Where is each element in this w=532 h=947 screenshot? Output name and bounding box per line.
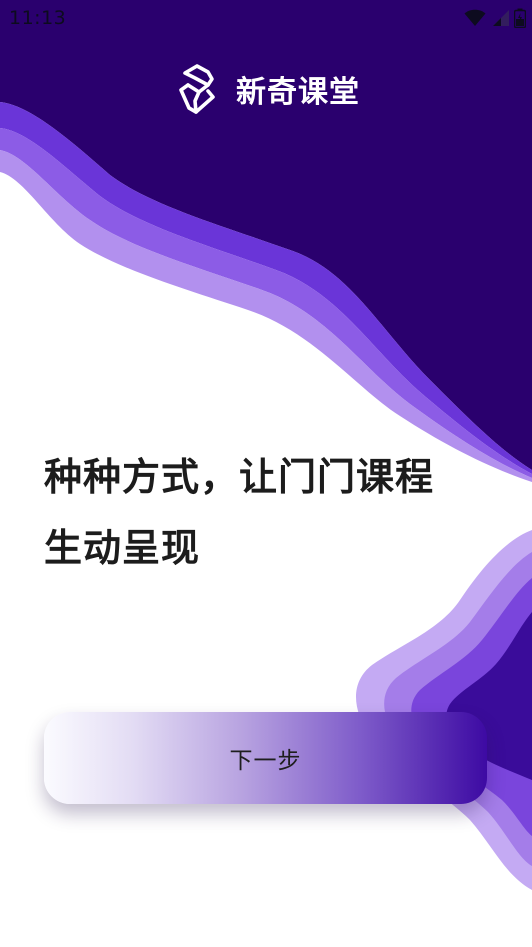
next-button-label: 下一步 — [229, 748, 302, 774]
headline-line-2: 生动呈现 — [44, 526, 201, 570]
wifi-icon — [464, 9, 486, 27]
headline-line-1: 种种方式，让门门课程 — [44, 455, 435, 499]
next-button[interactable]: 下一步 — [44, 712, 487, 804]
signal-icon — [493, 10, 509, 26]
status-time: 11:13 — [9, 7, 67, 29]
onboarding-screen: 11:13 新奇课堂 种种方式，让门门课程 生动呈现 下一步 — [0, 0, 532, 947]
status-bar: 11:13 — [0, 0, 532, 36]
battery-icon — [514, 8, 526, 28]
brand-header: 新奇课堂 — [175, 62, 360, 116]
app-logo-icon — [179, 64, 215, 114]
onboarding-headline: 种种方式，让门门课程 生动呈现 — [44, 442, 464, 584]
status-icons — [464, 6, 526, 30]
app-name: 新奇课堂 — [236, 75, 360, 110]
